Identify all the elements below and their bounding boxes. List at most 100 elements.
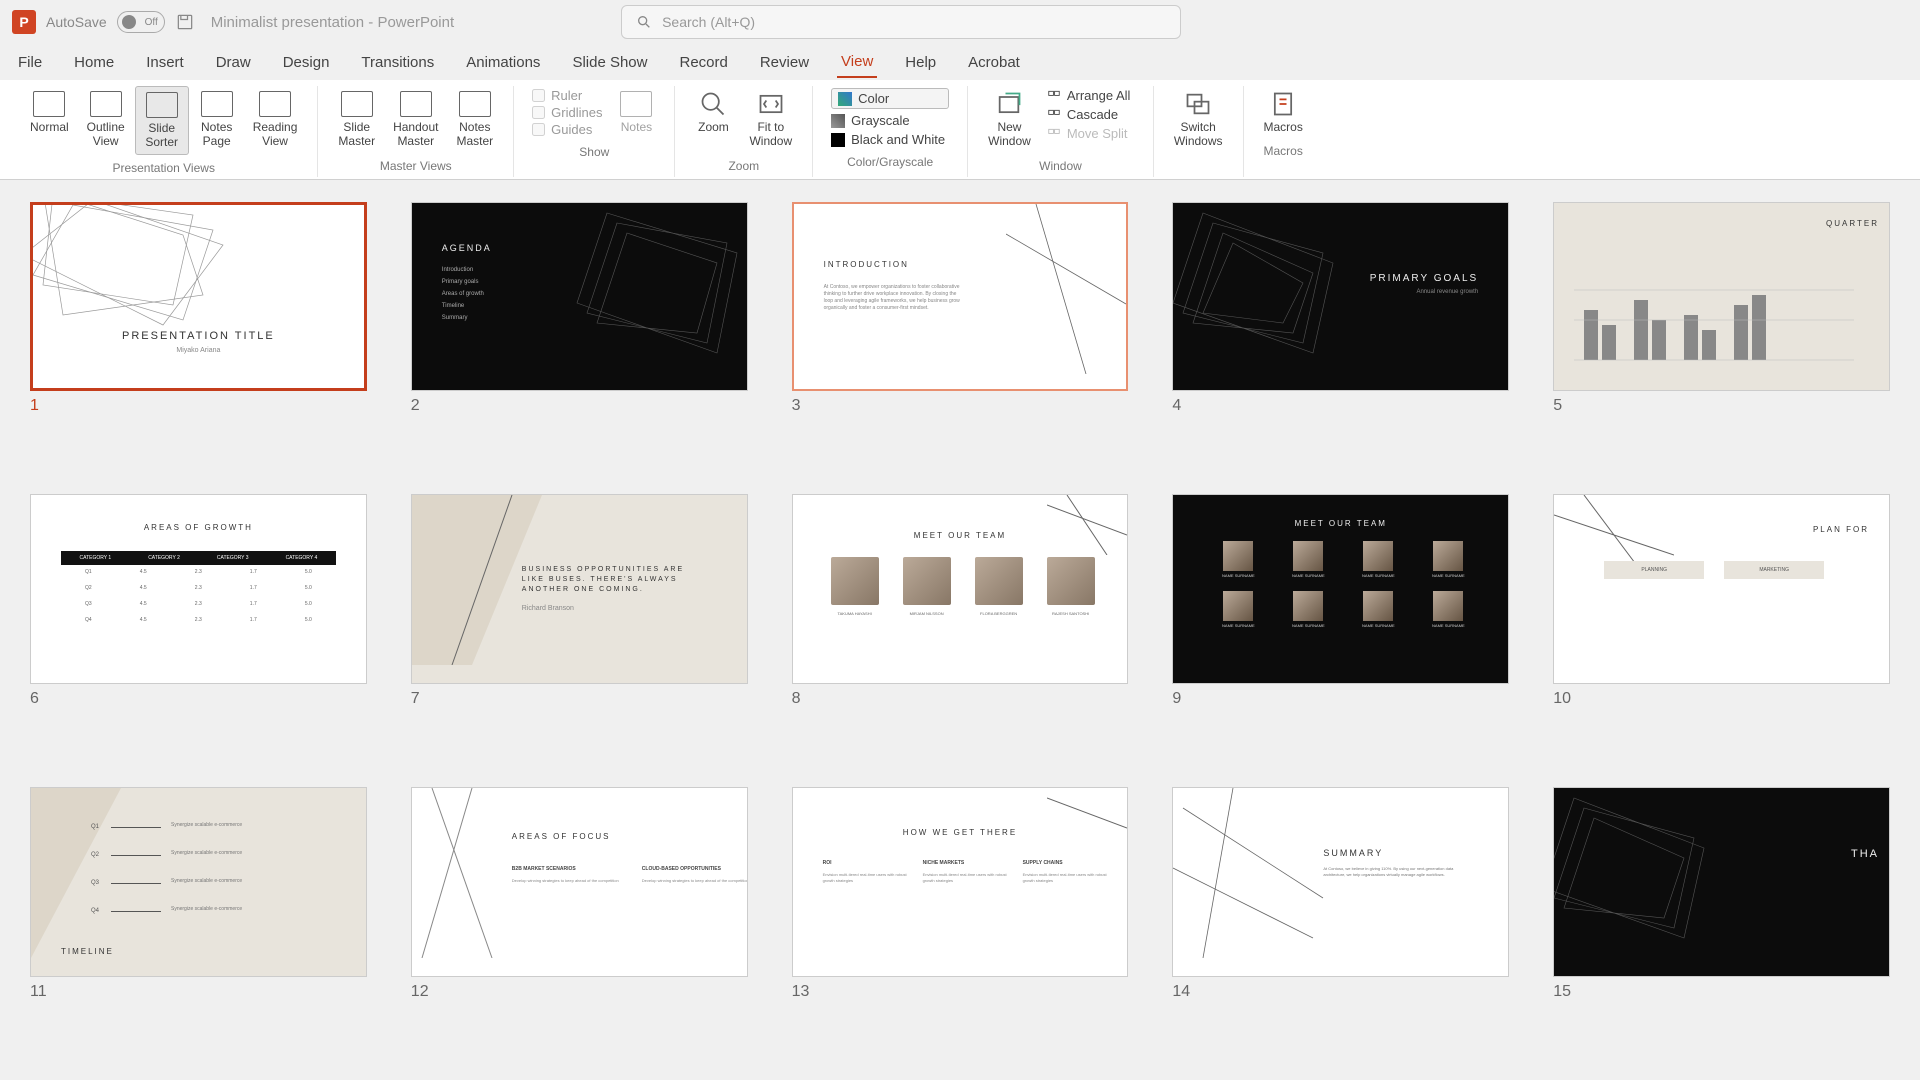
- tab-review[interactable]: Review: [756, 48, 813, 77]
- slide-thumb-10[interactable]: PLAN FORPLANNINGMARKETING: [1553, 494, 1890, 683]
- slide-14: SUMMARYAt Contoso, we believe in giving …: [1172, 787, 1509, 1046]
- slide-number: 15: [1553, 983, 1890, 1001]
- view-reading-view[interactable]: Reading View: [245, 86, 306, 155]
- master-notes-master[interactable]: Notes Master: [448, 86, 501, 153]
- slide-9: MEET OUR TEAMNAME SURNAMENAME SURNAMENAM…: [1172, 494, 1509, 753]
- autosave-label: AutoSave: [46, 14, 107, 30]
- slide-13: HOW WE GET THEREROIEnvision multi-tiered…: [792, 787, 1129, 1046]
- group-macros: Macros Macros: [1244, 86, 1323, 177]
- slide-5: QUARTER 5: [1553, 202, 1890, 461]
- view-slide-sorter[interactable]: Slide Sorter: [135, 86, 189, 155]
- tab-insert[interactable]: Insert: [142, 48, 188, 77]
- slide-number: 10: [1553, 690, 1890, 708]
- save-icon[interactable]: [175, 12, 195, 32]
- slide-thumb-12[interactable]: AREAS OF FOCUSB2B MARKET SCENARIOSDevelo…: [411, 787, 748, 976]
- window-move-split: Move Split: [1047, 126, 1135, 141]
- slide-thumb-15[interactable]: THA: [1553, 787, 1890, 976]
- master-slide-master[interactable]: Slide Master: [330, 86, 383, 153]
- notes-button[interactable]: Notes: [610, 86, 662, 139]
- slide-12: AREAS OF FOCUSB2B MARKET SCENARIOSDevelo…: [411, 787, 748, 1046]
- slide-8: MEET OUR TEAMTAKUMA HAYASHIMIRJAM NILSSO…: [792, 494, 1129, 753]
- slide-thumb-5[interactable]: QUARTER: [1553, 202, 1890, 391]
- tab-slide-show[interactable]: Slide Show: [568, 48, 651, 77]
- slide-number: 1: [30, 397, 367, 415]
- slide-thumb-11[interactable]: TIMELINEQ1Synergize scalable e-commerceQ…: [30, 787, 367, 976]
- tab-draw[interactable]: Draw: [212, 48, 255, 77]
- check-ruler[interactable]: Ruler: [532, 88, 602, 103]
- slide-thumb-3[interactable]: INTRODUCTIONAt Contoso, we empower organ…: [792, 202, 1129, 391]
- color-mode-grayscale[interactable]: Grayscale: [831, 113, 949, 128]
- group-color-grayscale: Color Grayscale Black and White Color/Gr…: [813, 86, 968, 177]
- window-arrange-all[interactable]: Arrange All: [1047, 88, 1135, 103]
- slide-15: THA 15: [1553, 787, 1890, 1046]
- tab-file[interactable]: File: [14, 48, 46, 77]
- view-normal[interactable]: Normal: [22, 86, 77, 155]
- slide-3: INTRODUCTIONAt Contoso, we empower organ…: [792, 202, 1129, 461]
- slide-number: 6: [30, 690, 367, 708]
- tab-transitions[interactable]: Transitions: [357, 48, 438, 77]
- slide-sorter: PRESENTATION TITLEMiyako Ariana 1 AGENDAIn…: [0, 180, 1920, 1068]
- slide-number: 9: [1172, 690, 1509, 708]
- autosave-toggle[interactable]: Off: [117, 11, 165, 33]
- document-title: Minimalist presentation - PowerPoint: [211, 14, 454, 31]
- slide-thumb-6[interactable]: AREAS OF GROWTHCATEGORY 1CATEGORY 2CATEG…: [30, 494, 367, 683]
- tab-record[interactable]: Record: [675, 48, 731, 77]
- group-show: Ruler Gridlines Guides Notes Show: [514, 86, 675, 177]
- slide-thumb-8[interactable]: MEET OUR TEAMTAKUMA HAYASHIMIRJAM NILSSO…: [792, 494, 1129, 683]
- slide-10: PLAN FORPLANNINGMARKETING 10: [1553, 494, 1890, 753]
- tab-design[interactable]: Design: [279, 48, 334, 77]
- slide-6: AREAS OF GROWTHCATEGORY 1CATEGORY 2CATEG…: [30, 494, 367, 753]
- check-gridlines[interactable]: Gridlines: [532, 105, 602, 120]
- ribbon: NormalOutline ViewSlide SorterNotes Page…: [0, 80, 1920, 180]
- slide-number: 11: [30, 983, 367, 1001]
- slide-1: PRESENTATION TITLEMiyako Ariana 1: [30, 202, 367, 461]
- slide-thumb-14[interactable]: SUMMARYAt Contoso, we believe in giving …: [1172, 787, 1509, 976]
- fit-to-window-button[interactable]: Fit to Window: [741, 86, 800, 153]
- slide-number: 13: [792, 983, 1129, 1001]
- slide-2: AGENDAIntroductionPrimary goalsAreas of …: [411, 202, 748, 461]
- slide-number: 8: [792, 690, 1129, 708]
- slide-number: 12: [411, 983, 748, 1001]
- tab-help[interactable]: Help: [901, 48, 940, 77]
- group-zoom: Zoom Fit to Window Zoom: [675, 86, 813, 177]
- master-handout-master[interactable]: Handout Master: [385, 86, 446, 153]
- slide-thumb-7[interactable]: BUSINESS OPPORTUNITIES ARE LIKE BUSES. T…: [411, 494, 748, 683]
- tab-animations[interactable]: Animations: [462, 48, 544, 77]
- slide-thumb-13[interactable]: HOW WE GET THEREROIEnvision multi-tiered…: [792, 787, 1129, 976]
- title-bar: P AutoSave Off Minimalist presentation -…: [0, 0, 1920, 44]
- tab-acrobat[interactable]: Acrobat: [964, 48, 1024, 77]
- slide-thumb-1[interactable]: PRESENTATION TITLEMiyako Ariana: [30, 202, 367, 391]
- group-master-views: Slide MasterHandout MasterNotes Master M…: [318, 86, 514, 177]
- tab-view[interactable]: View: [837, 47, 877, 78]
- slide-7: BUSINESS OPPORTUNITIES ARE LIKE BUSES. T…: [411, 494, 748, 753]
- slide-thumb-2[interactable]: AGENDAIntroductionPrimary goalsAreas of …: [411, 202, 748, 391]
- macros-button[interactable]: Macros: [1256, 86, 1311, 138]
- slide-number: 7: [411, 690, 748, 708]
- slide-number: 3: [792, 397, 1129, 415]
- slide-number: 4: [1172, 397, 1509, 415]
- slide-thumb-9[interactable]: MEET OUR TEAMNAME SURNAMENAME SURNAMENAM…: [1172, 494, 1509, 683]
- switch-windows-button[interactable]: Switch Windows: [1166, 86, 1231, 153]
- window-cascade[interactable]: Cascade: [1047, 107, 1135, 122]
- group-presentation-views: NormalOutline ViewSlide SorterNotes Page…: [10, 86, 318, 177]
- view-outline-view[interactable]: Outline View: [79, 86, 133, 155]
- color-mode-color[interactable]: Color: [831, 88, 949, 109]
- slide-thumb-4[interactable]: PRIMARY GOALSAnnual revenue growth: [1172, 202, 1509, 391]
- view-notes-page[interactable]: Notes Page: [191, 86, 243, 155]
- color-mode-black-and-white[interactable]: Black and White: [831, 132, 949, 147]
- slide-number: 5: [1553, 397, 1890, 415]
- group-switch-windows: Switch Windows: [1154, 86, 1244, 177]
- search-icon: [636, 14, 652, 30]
- zoom-button[interactable]: Zoom: [687, 86, 739, 153]
- slide-number: 14: [1172, 983, 1509, 1001]
- slide-11: TIMELINEQ1Synergize scalable e-commerceQ…: [30, 787, 367, 1046]
- slide-number: 2: [411, 397, 748, 415]
- toggle-knob: [122, 15, 136, 29]
- slide-4: PRIMARY GOALSAnnual revenue growth 4: [1172, 202, 1509, 461]
- app-icon: P: [12, 10, 36, 34]
- new-window-button[interactable]: New Window: [980, 86, 1039, 153]
- tab-home[interactable]: Home: [70, 48, 118, 77]
- search-input[interactable]: Search (Alt+Q): [621, 5, 1181, 39]
- check-guides[interactable]: Guides: [532, 122, 602, 137]
- group-window: New Window Arrange All Cascade Move Spli…: [968, 86, 1154, 177]
